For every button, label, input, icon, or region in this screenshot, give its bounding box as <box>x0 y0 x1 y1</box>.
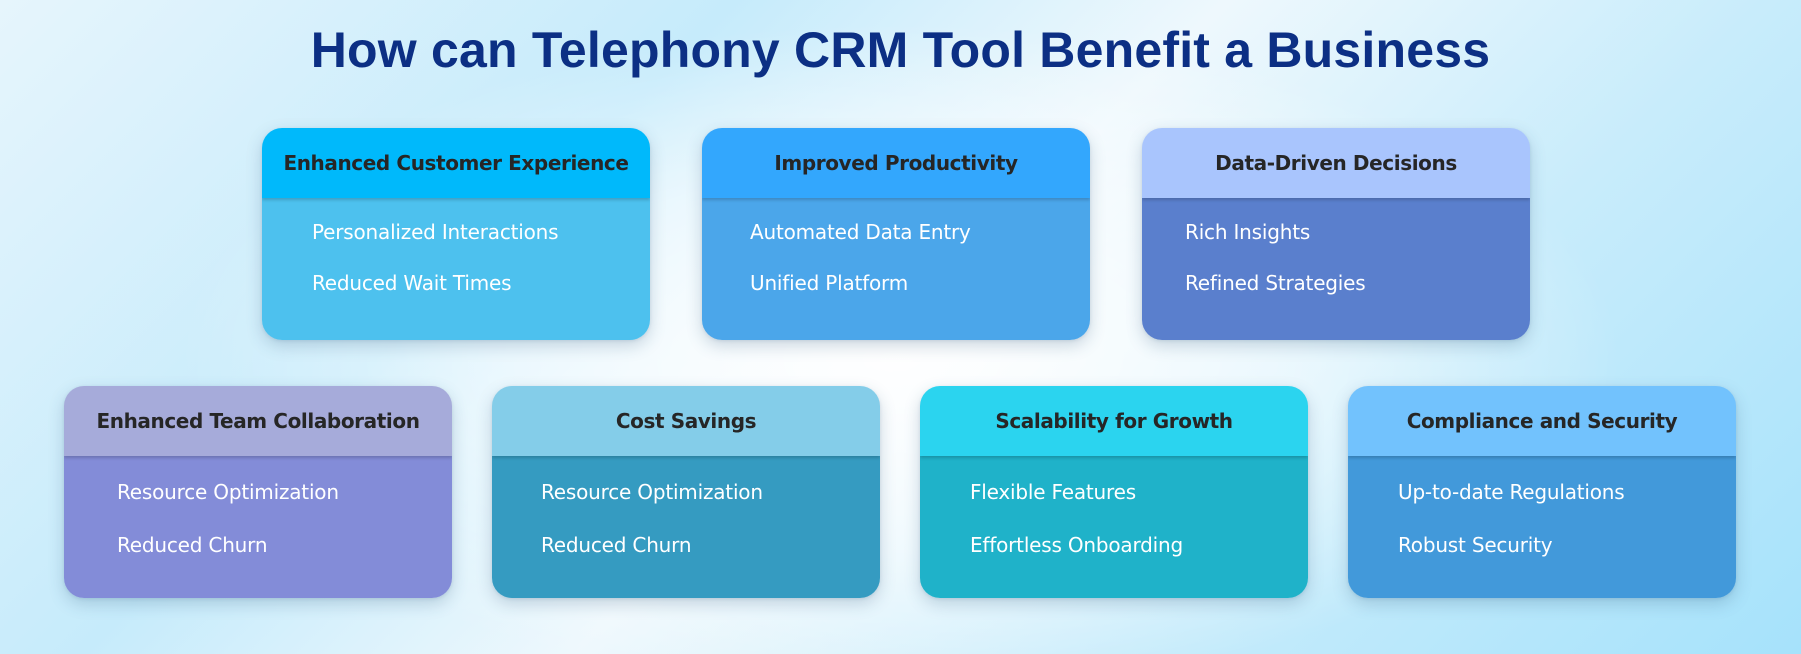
card-header: Enhanced Team Collaboration <box>64 386 452 456</box>
card-body: Resource Optimization Reduced Churn <box>492 456 880 598</box>
card-item: Reduced Churn <box>541 533 692 557</box>
benefit-card-team-collaboration: Enhanced Team Collaboration Resource Opt… <box>64 386 452 598</box>
card-item: Up-to-date Regulations <box>1398 480 1625 504</box>
card-title: Data-Driven Decisions <box>1215 151 1457 175</box>
benefit-card-customer-experience: Enhanced Customer Experience Personalize… <box>262 128 650 340</box>
card-title: Improved Productivity <box>774 151 1018 175</box>
card-header: Cost Savings <box>492 386 880 456</box>
card-body: Up-to-date Regulations Robust Security <box>1348 456 1736 598</box>
benefit-card-productivity: Improved Productivity Automated Data Ent… <box>702 128 1090 340</box>
card-item: Unified Platform <box>750 271 908 295</box>
card-header: Compliance and Security <box>1348 386 1736 456</box>
card-title: Enhanced Team Collaboration <box>96 409 420 433</box>
card-item: Rich Insights <box>1185 220 1311 244</box>
card-title: Cost Savings <box>615 409 757 433</box>
card-item: Reduced Wait Times <box>312 271 512 295</box>
page-title: How can Telephony CRM Tool Benefit a Bus… <box>310 22 1491 78</box>
card-title: Compliance and Security <box>1406 409 1678 433</box>
benefit-card-scalability: Scalability for Growth Flexible Features… <box>920 386 1308 598</box>
benefit-card-compliance-security: Compliance and Security Up-to-date Regul… <box>1348 386 1736 598</box>
card-title: Enhanced Customer Experience <box>283 151 629 175</box>
card-item: Reduced Churn <box>117 533 268 557</box>
card-item: Effortless Onboarding <box>970 533 1183 557</box>
card-header: Enhanced Customer Experience <box>262 128 650 198</box>
card-item: Robust Security <box>1398 533 1553 557</box>
card-body: Flexible Features Effortless Onboarding <box>920 456 1308 598</box>
card-item: Personalized Interactions <box>312 220 559 244</box>
benefit-card-data-driven: Data-Driven Decisions Rich Insights Refi… <box>1142 128 1530 340</box>
card-header: Scalability for Growth <box>920 386 1308 456</box>
benefit-card-cost-savings: Cost Savings Resource Optimization Reduc… <box>492 386 880 598</box>
card-body: Personalized Interactions Reduced Wait T… <box>262 198 650 340</box>
card-header: Data-Driven Decisions <box>1142 128 1530 198</box>
card-header: Improved Productivity <box>702 128 1090 198</box>
card-body: Automated Data Entry Unified Platform <box>702 198 1090 340</box>
card-item: Resource Optimization <box>117 480 339 504</box>
card-item: Resource Optimization <box>541 480 763 504</box>
card-body: Rich Insights Refined Strategies <box>1142 198 1530 340</box>
card-title: Scalability for Growth <box>995 409 1233 433</box>
card-item: Flexible Features <box>970 480 1136 504</box>
card-item: Automated Data Entry <box>750 220 971 244</box>
card-body: Resource Optimization Reduced Churn <box>64 456 452 598</box>
card-item: Refined Strategies <box>1185 271 1366 295</box>
